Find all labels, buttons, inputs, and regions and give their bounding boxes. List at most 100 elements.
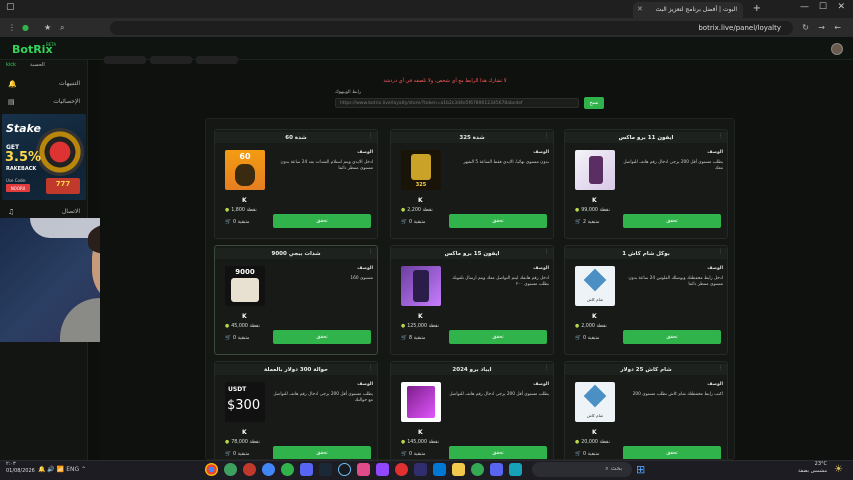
cart-icon: 🛒 [225, 220, 231, 225]
slack-taskbar-icon[interactable] [357, 463, 370, 476]
stock-value: 0 [582, 336, 587, 341]
price-unit: نقطة [596, 324, 607, 329]
forward-icon[interactable]: → [818, 23, 825, 32]
item-stock: 🛒 0 متبقية [225, 336, 250, 341]
copy-button[interactable]: نسخ [584, 97, 604, 109]
menu-dots-icon[interactable]: ⋮ [8, 23, 16, 32]
redeem-button[interactable]: تحقق [623, 330, 721, 344]
kick-icon: K [418, 197, 423, 204]
chevron-up-icon[interactable]: ⌃ [81, 466, 86, 473]
url-field[interactable]: botrix.live/panel/loyalty [110, 21, 793, 35]
redeem-button[interactable]: تحقق [273, 330, 371, 344]
panel-tab-1[interactable] [104, 56, 146, 64]
chrome-profile-taskbar-icon[interactable] [262, 463, 275, 476]
obs-taskbar-icon[interactable] [414, 463, 427, 476]
redeem-button[interactable]: تحقق [273, 214, 371, 228]
chrome-taskbar-icon[interactable] [205, 463, 218, 476]
twitch-taskbar-icon[interactable] [376, 463, 389, 476]
search-icon[interactable]: ⌕ [60, 23, 64, 33]
coin-icon: ● [575, 324, 580, 329]
reload-icon[interactable]: ↻ [802, 23, 809, 32]
stock-label: متبقية [413, 220, 426, 225]
item-price: ● 1,800 نقطة [225, 208, 257, 213]
app2-taskbar-icon[interactable] [509, 463, 522, 476]
more-icon[interactable]: ⋮ [544, 365, 549, 371]
discord2-taskbar-icon[interactable] [490, 463, 503, 476]
chrome3-taskbar-icon[interactable] [471, 463, 484, 476]
cart-icon: 🛒 [575, 220, 581, 225]
language-indicator[interactable]: ENG [66, 466, 79, 473]
store-item-card: شدة 60 ⋮ الوصف ادخل الايدي ويتم استلام الشد… [214, 129, 378, 239]
more-icon[interactable]: ⋮ [718, 365, 723, 371]
extension-icon[interactable]: ● [22, 23, 29, 32]
close-tab-icon[interactable]: ✕ [637, 5, 643, 13]
store-item-card: شدة 325 ⋮ الوصف بدون مستوى نهائيا، الايدي ف… [390, 129, 554, 239]
minimize-icon[interactable]: — [800, 2, 809, 12]
loyalty-store: ايفون 11 برو ماكس ⋮ الوصف يطلب مستوى أقل 20… [205, 118, 735, 460]
redeem-button[interactable]: تحقق [449, 330, 547, 344]
item-desc-header: الوصف [533, 150, 549, 155]
more-icon[interactable]: ⋮ [368, 365, 373, 371]
item-description: مستوى 160 [350, 276, 373, 281]
weather-widget[interactable]: 23°C مشمس بصفة [798, 461, 827, 474]
sidebar-item-stats[interactable]: ▤ الإحصائيات [4, 98, 84, 106]
taskbar-search[interactable]: بحث ⌕ [532, 462, 632, 477]
more-icon[interactable]: ⋮ [718, 249, 723, 255]
back-icon[interactable]: ← [834, 23, 841, 32]
maximize-icon[interactable]: ☐ [819, 2, 827, 12]
redeem-button[interactable]: تحقق [623, 214, 721, 228]
p-app-taskbar-icon[interactable] [395, 463, 408, 476]
clock[interactable]: ٢:٠٣ 01/08/2026 [6, 461, 35, 474]
redeem-button[interactable]: تحقق [623, 446, 721, 459]
bell-icon[interactable]: 🔔 [38, 466, 45, 473]
close-window-icon[interactable]: ✕ [837, 2, 845, 12]
kick-icon: K [592, 313, 597, 320]
redeem-button[interactable]: تحقق [449, 446, 547, 459]
sidebar-item-connection[interactable]: ♫ الاتصال [4, 208, 84, 216]
item-price: ● 78,000 نقطة [225, 440, 260, 445]
store-item-card: ايباد برو 2024 ⋮ الوصف يطلب مستوى أقل 200 ي… [390, 361, 554, 459]
more-icon[interactable]: ⋮ [544, 133, 549, 139]
kick-icon: K [418, 429, 423, 436]
more-icon[interactable]: ⋮ [368, 133, 373, 139]
stake-ad-banner[interactable]: Stake GET 3.5% RAKEBACK Use Code: NOOR0 … [2, 114, 86, 200]
user-avatar[interactable] [831, 43, 843, 55]
volume-icon[interactable]: 🔊 [47, 466, 54, 473]
security-warning: لا تشارك هذا الرابط مع أي شخص، ولا تلصقه… [383, 78, 507, 84]
more-icon[interactable]: ⋮ [368, 249, 373, 255]
discord-taskbar-icon[interactable] [300, 463, 313, 476]
more-icon[interactable]: ⋮ [718, 133, 723, 139]
panel-tab-2[interactable] [150, 56, 192, 64]
price-unit: نقطة [599, 208, 610, 213]
folder-taskbar-icon[interactable] [452, 463, 465, 476]
new-tab-button[interactable]: + [753, 3, 761, 14]
more-icon[interactable]: ⋮ [544, 249, 549, 255]
wifi-icon[interactable]: 📶 [57, 466, 64, 473]
steam-taskbar-icon[interactable] [319, 463, 332, 476]
chart-icon: ▤ [8, 98, 15, 106]
steam2-taskbar-icon[interactable] [338, 463, 351, 476]
stock-value: 0 [582, 452, 587, 457]
item-title: حوالة 300 دولار بالعملة [215, 364, 377, 375]
system-tray[interactable]: 🔔 🔊 📶 ENG ⌃ [38, 466, 86, 473]
app-taskbar-icon[interactable] [243, 463, 256, 476]
window-menu-icon[interactable]: ▢ [6, 2, 15, 12]
stock-value: 8 [408, 336, 413, 341]
redeem-button[interactable]: تحقق [273, 446, 371, 459]
chrome-profile2-taskbar-icon[interactable] [281, 463, 294, 476]
panel-tab-3[interactable] [196, 56, 238, 64]
star-icon[interactable]: ★ [44, 23, 51, 32]
store-taskbar-icon[interactable] [433, 463, 446, 476]
sidebar-item-alerts[interactable]: 🔔 التنبيهات [4, 80, 84, 88]
kick-icon: K [242, 313, 247, 320]
stock-value: 2 [582, 220, 587, 225]
windows-start-icon[interactable]: ⊞ [636, 463, 645, 476]
sidebar-item-label: الإحصائيات [53, 98, 80, 105]
price-value: 145,000 [407, 440, 428, 445]
browser-tab[interactable]: ✕ البوت | أفضل برنامج لتعزيز البث [633, 2, 743, 18]
edge-taskbar-icon[interactable] [224, 463, 237, 476]
webhook-url-input[interactable]: https://www.botrix.live/loyalty/store/?t… [335, 98, 579, 108]
item-stock: 🛒 0 متبقية [401, 452, 426, 457]
redeem-button[interactable]: تحقق [449, 214, 547, 228]
price-unit: نقطة [422, 208, 433, 213]
